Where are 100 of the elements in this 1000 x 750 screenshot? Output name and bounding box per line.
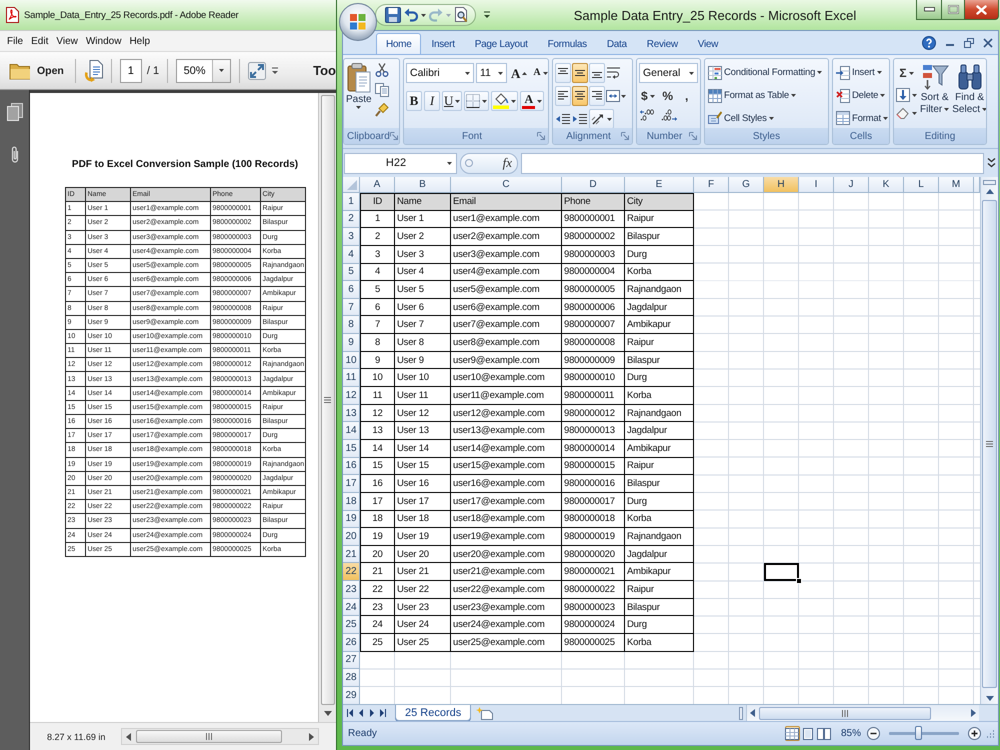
row-header[interactable]: 17 [343,475,360,493]
insert-function-button[interactable]: fx [502,155,512,171]
scrollbar-thumb[interactable] [982,200,997,688]
column-header[interactable]: E [625,177,694,193]
resize-grip-icon[interactable] [985,728,995,738]
menu-item[interactable]: Window [82,36,126,46]
dropdown-button[interactable]: Cell Styles [707,108,824,128]
horizontal-scrollbar[interactable] [121,728,320,745]
view-button[interactable] [816,726,832,741]
print-preview-icon[interactable] [454,7,468,23]
previous-sheet-icon[interactable] [358,709,364,717]
dropdown-button[interactable]: Conditional Formatting [707,63,824,83]
first-sheet-icon[interactable] [347,709,353,717]
column-header[interactable]: H [764,177,799,193]
zoom-in-icon[interactable] [968,727,981,740]
vertical-scrollbar[interactable] [980,177,998,704]
help-icon[interactable] [922,36,936,50]
row-header[interactable]: 21 [343,546,360,564]
open-button[interactable]: Open [9,61,64,80]
scrollbar-thumb[interactable] [320,95,334,705]
ribbon-tab[interactable]: Insert [421,33,465,54]
pages-icon[interactable] [6,103,22,121]
column-header[interactable]: B [395,177,451,193]
scrollbar-thumb[interactable] [759,706,931,720]
close-button[interactable] [964,0,999,20]
column-header[interactable]: A [360,177,395,193]
row-header[interactable]: 28 [343,669,360,687]
page-number-field[interactable]: 1 [120,58,142,82]
minimize-button[interactable] [916,0,942,20]
last-sheet-icon[interactable] [380,709,386,717]
overflow-caret-icon[interactable] [271,66,280,74]
row-header[interactable]: 3 [343,228,360,246]
column-header[interactable]: J [834,177,869,193]
column-header[interactable]: L [904,177,939,193]
comma-button[interactable]: , [678,86,695,106]
caret-icon[interactable] [912,94,917,96]
circle-handle-icon[interactable] [465,159,473,167]
wrap-text-icon[interactable] [606,66,621,80]
shrink-font-button[interactable]: A [531,63,548,83]
row-header[interactable]: 11 [343,369,360,388]
column-header[interactable]: M [939,177,974,193]
menu-item[interactable]: File [3,36,28,46]
row-header[interactable]: 1 [343,193,360,211]
column-header[interactable]: G [729,177,764,193]
menu-item[interactable]: Help [125,36,154,46]
alignment-button[interactable] [572,86,588,106]
row-header[interactable]: 19 [343,510,360,528]
autosum-button[interactable]: Σ [896,63,917,83]
ribbon-tab[interactable]: Data [596,33,637,54]
fill-color-button[interactable] [491,91,518,111]
row-header[interactable]: 23 [343,581,360,599]
zoom-out-icon[interactable] [867,727,880,740]
eraser-icon[interactable] [896,107,910,119]
active-cell[interactable] [764,563,799,582]
ribbon-tab[interactable]: Page Layout [464,33,538,54]
font-name-field[interactable]: Calibri [406,63,474,83]
view-button[interactable] [800,726,816,741]
arrow-right-icon[interactable] [309,732,314,740]
expand-icon[interactable] [987,157,996,169]
row-header[interactable]: 25 [343,616,360,634]
arrow-down-icon[interactable] [324,711,332,716]
column-header[interactable]: C [451,177,562,193]
column-header[interactable]: F [694,177,729,193]
row-header[interactable]: 10 [343,352,360,370]
percent-button[interactable]: % [660,86,676,106]
sort-filter-button[interactable]: Sort & Filter [920,63,950,128]
outdent-icon[interactable] [555,113,571,125]
dropdown-button[interactable]: Format [835,108,889,128]
fill-handle-icon[interactable] [796,578,802,584]
caret-icon[interactable] [421,14,426,16]
next-sheet-icon[interactable] [369,709,375,717]
row-header[interactable]: 26 [343,634,360,652]
overflow-caret-icon[interactable] [483,11,491,19]
vertical-scrollbar[interactable] [318,93,336,722]
bold-button[interactable]: B [406,91,422,111]
arrow-left-icon[interactable] [750,709,755,717]
alignment-button[interactable] [555,86,571,106]
row-header[interactable]: 20 [343,528,360,546]
row-header[interactable]: 5 [343,264,360,282]
column-header[interactable]: K [869,177,904,193]
arrow-right-icon[interactable] [971,709,976,717]
split-handle-icon[interactable] [739,706,743,720]
row-header[interactable]: 18 [343,492,360,511]
scrollbar-thumb[interactable] [136,730,282,743]
row-header[interactable]: 13 [343,404,360,422]
row-header[interactable]: 22 [343,563,360,582]
save-icon[interactable] [385,7,401,23]
increase-decimal-icon[interactable] [639,109,657,121]
ribbon-tab[interactable]: Review [636,33,688,54]
insert-sheet-icon[interactable] [476,706,494,720]
restore-icon[interactable] [964,38,974,48]
undo-icon[interactable] [404,8,418,22]
row-header[interactable]: 29 [343,686,360,704]
alignment-button[interactable] [589,63,605,83]
brush-icon[interactable] [374,103,389,117]
formula-input[interactable] [521,152,984,174]
underline-button[interactable]: U [442,91,462,111]
row-header[interactable]: 27 [343,652,360,670]
paste-button[interactable]: Paste [346,63,372,128]
alignment-button[interactable] [589,86,605,106]
